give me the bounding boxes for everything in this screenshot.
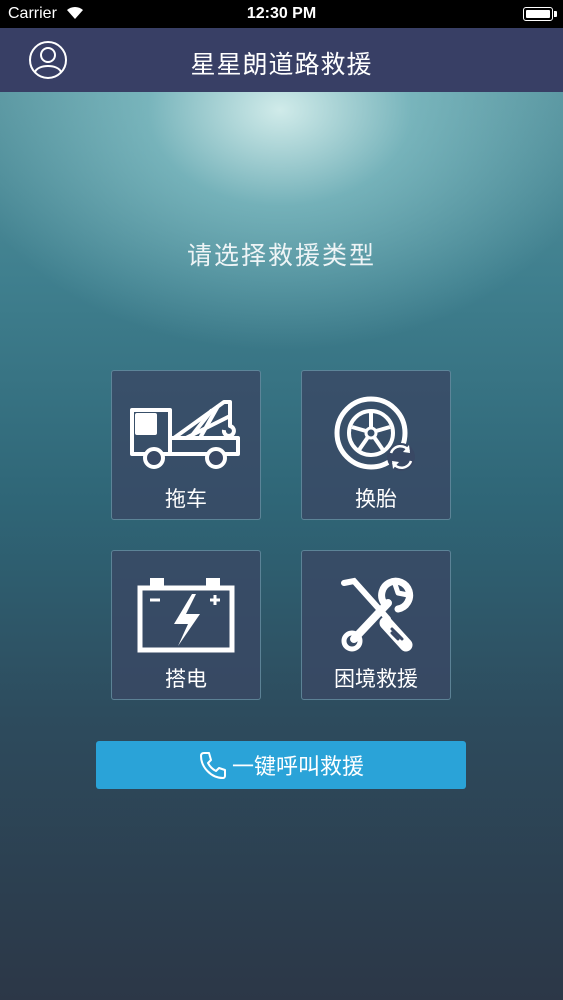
option-tow-button[interactable]: 拖车 xyxy=(111,370,261,520)
background xyxy=(0,0,563,1000)
option-label: 困境救援 xyxy=(334,667,418,691)
call-rescue-button[interactable]: 一键呼叫救援 xyxy=(96,741,466,789)
clock: 12:30 PM xyxy=(246,5,317,22)
navbar: 星星朗道路救援 xyxy=(0,28,563,92)
battery-icon xyxy=(523,7,557,21)
tools-icon xyxy=(341,577,414,652)
phone-icon xyxy=(199,752,226,779)
option-distress-rescue-button[interactable]: 困境救援 xyxy=(301,550,451,700)
battery-level xyxy=(526,10,550,18)
tire-change-icon xyxy=(334,396,415,471)
tow-truck-icon xyxy=(130,400,240,469)
page-title: 星星朗道路救援 xyxy=(190,50,373,79)
option-label: 搭电 xyxy=(165,667,207,691)
option-label: 换胎 xyxy=(355,487,397,511)
call-rescue-label: 一键呼叫救援 xyxy=(231,755,364,780)
option-label: 拖车 xyxy=(165,487,207,511)
option-tire-button[interactable]: 换胎 xyxy=(301,370,451,520)
option-jumpstart-button[interactable]: 搭电 xyxy=(111,550,261,700)
battery-icon xyxy=(137,578,235,653)
status-bar: Carrier 12:30 PM xyxy=(0,0,563,28)
rescue-type-prompt: 请选择救援类型 xyxy=(186,241,376,270)
